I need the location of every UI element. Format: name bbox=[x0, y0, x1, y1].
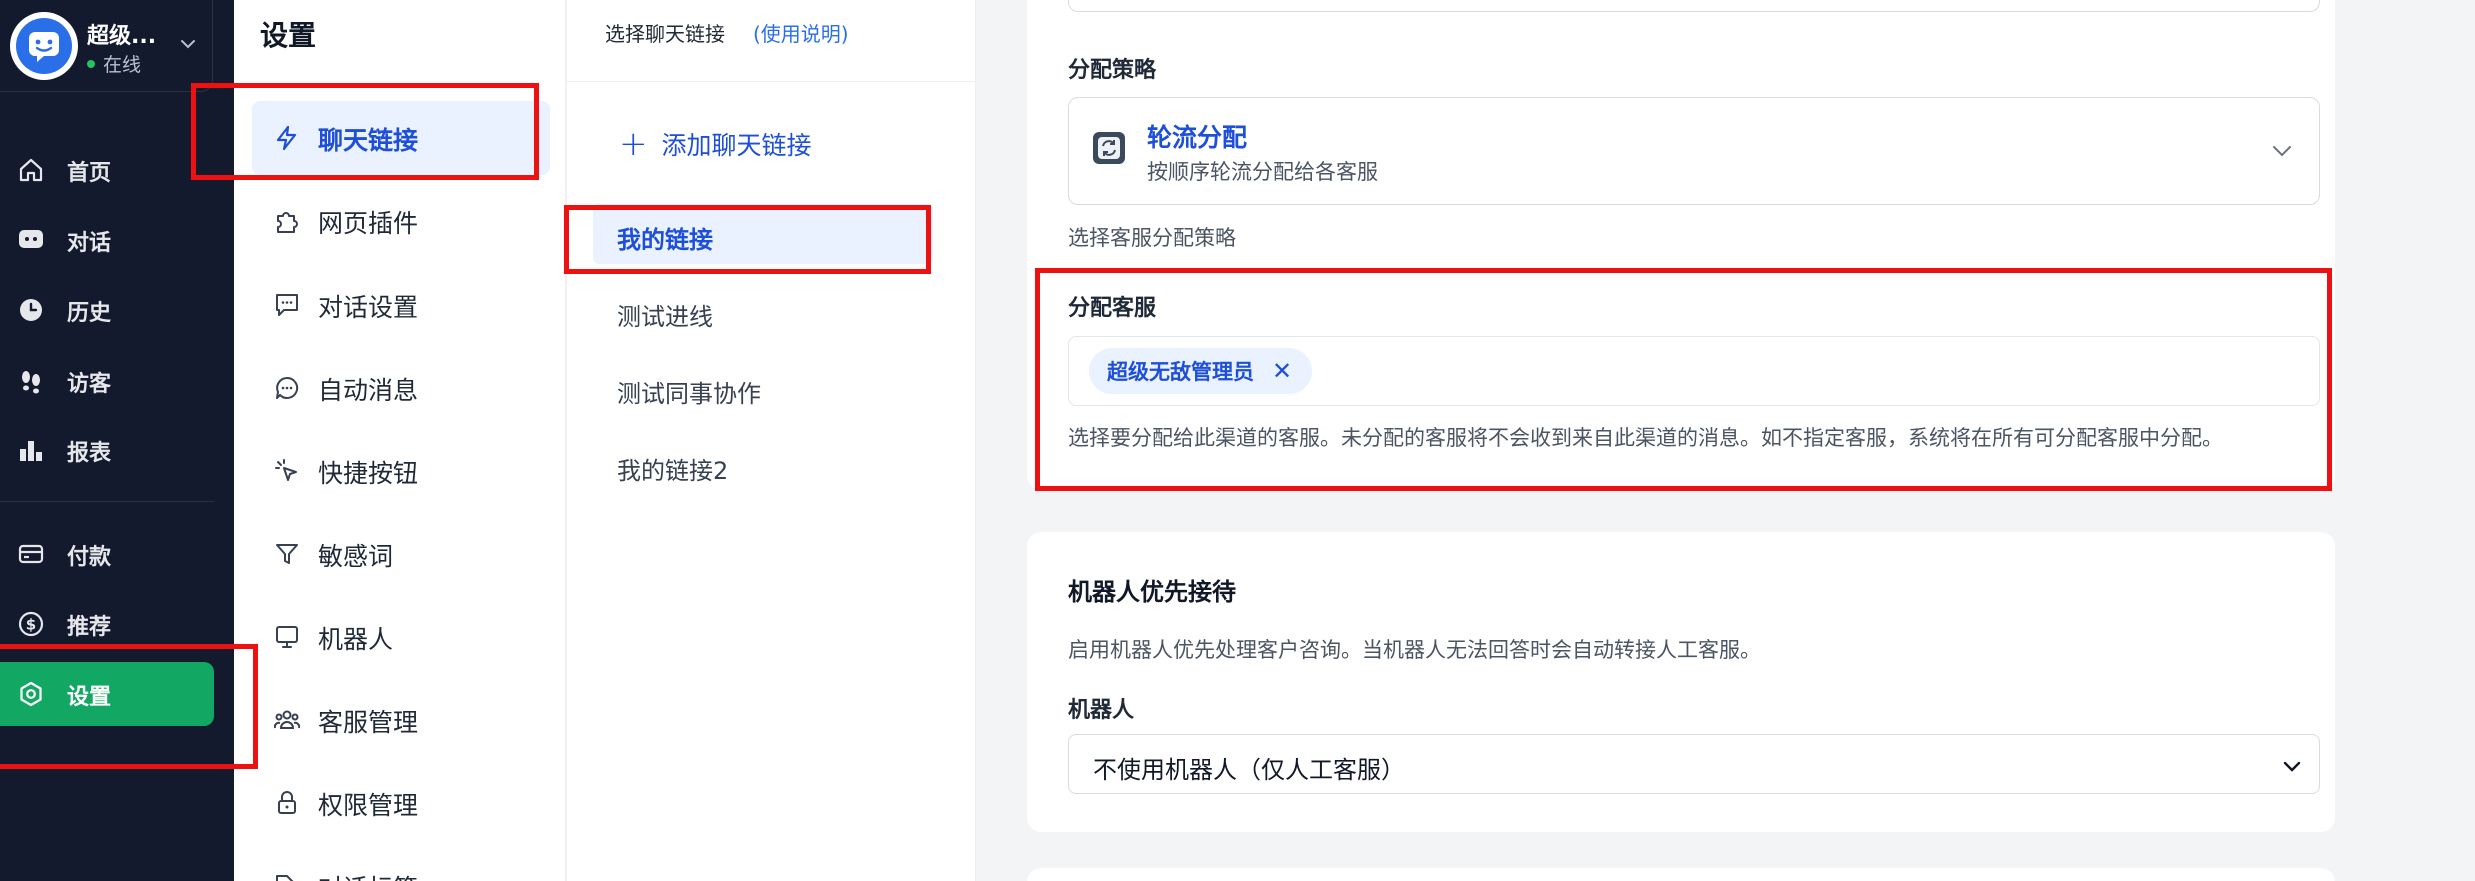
robot-select-value: 不使用机器人（仅人工客服） bbox=[1093, 756, 1405, 784]
chat-link-label: 测试进线 bbox=[617, 303, 713, 331]
highlight-box-my-link bbox=[564, 205, 931, 274]
settings-item-label: 自动消息 bbox=[318, 376, 419, 405]
chat-links-panel: 选择聊天链接 (使用说明) + 添加聊天链接 我的链接 测试进线 测试同事协作 … bbox=[567, 0, 976, 881]
strategy-description: 按顺序轮流分配给各客服 bbox=[1147, 160, 1378, 184]
robot-label: 机器人 bbox=[1068, 698, 1135, 723]
account-switcher[interactable]: 超级... 在线 bbox=[0, 0, 213, 92]
account-name: 超级... bbox=[87, 24, 157, 49]
settings-item-label: 机器人 bbox=[318, 625, 394, 654]
cursor-click-icon bbox=[275, 459, 297, 481]
credit-card-icon bbox=[18, 544, 44, 564]
monitor-icon bbox=[276, 626, 298, 648]
robot-section-title: 机器人优先接待 bbox=[1068, 578, 1236, 606]
settings-item-label: 网页插件 bbox=[318, 209, 419, 238]
settings-item-web-plugin[interactable]: 网页插件 bbox=[252, 184, 550, 258]
online-dot-icon bbox=[87, 59, 95, 68]
highlight-box-agents bbox=[1035, 268, 2332, 491]
footprints-icon bbox=[22, 371, 40, 394]
highlight-box-settings bbox=[0, 644, 258, 769]
nav-item-home[interactable]: 首页 bbox=[0, 138, 214, 200]
bar-chart-icon bbox=[20, 441, 42, 461]
settings-item-quick-buttons[interactable]: 快捷按钮 bbox=[252, 434, 550, 508]
settings-item-label: 对话标签 bbox=[318, 869, 418, 881]
account-status-text: 在线 bbox=[103, 54, 142, 76]
nav-item-label: 首页 bbox=[67, 161, 112, 186]
nav-item-label: 报表 bbox=[67, 441, 112, 466]
nav-item-visitors[interactable]: 访客 bbox=[0, 349, 214, 411]
add-chat-link-label: 添加聊天链接 bbox=[661, 131, 812, 160]
chat-link-label: 测试同事协作 bbox=[617, 380, 761, 408]
nav-item-label: 对话 bbox=[67, 231, 112, 256]
nav-divider bbox=[0, 501, 214, 502]
strategy-label: 分配策略 bbox=[1068, 58, 1157, 83]
plus-icon: + bbox=[619, 124, 648, 164]
chat-link-item[interactable]: 测试进线 bbox=[593, 281, 933, 341]
lock-icon bbox=[278, 791, 296, 814]
settings-item-permissions[interactable]: 权限管理 bbox=[252, 766, 550, 840]
message-circle-icon bbox=[276, 376, 299, 399]
settings-item-robot[interactable]: 机器人 bbox=[252, 600, 550, 674]
nav-item-label: 访客 bbox=[67, 372, 112, 397]
chat-link-item[interactable]: 测试同事协作 bbox=[593, 358, 933, 418]
usage-help-link[interactable]: (使用说明) bbox=[753, 18, 849, 47]
strategy-hint: 选择客服分配策略 bbox=[1068, 226, 1236, 250]
rotate-icon bbox=[1093, 132, 1125, 164]
tag-icon bbox=[276, 875, 294, 881]
chat-link-label: 我的链接2 bbox=[617, 457, 729, 485]
settings-item-label: 对话设置 bbox=[318, 293, 419, 322]
settings-item-agent-management[interactable]: 客服管理 bbox=[252, 683, 550, 757]
robot-select[interactable]: 不使用机器人（仅人工客服） bbox=[1068, 734, 2320, 794]
chat-links-header: 选择聊天链接 (使用说明) bbox=[567, 0, 976, 82]
nav-item-payment[interactable]: 付款 bbox=[0, 522, 214, 584]
nav-item-label: 付款 bbox=[67, 545, 112, 570]
chat-bot-icon bbox=[29, 32, 59, 62]
nav-item-history[interactable]: 历史 bbox=[0, 278, 214, 340]
avatar bbox=[10, 12, 78, 80]
highlight-box-chat-links bbox=[191, 83, 539, 180]
nav-item-label: 历史 bbox=[67, 301, 112, 326]
message-square-icon bbox=[276, 294, 298, 316]
settings-item-chat-tags[interactable]: 对话标签 bbox=[252, 849, 550, 881]
previous-field[interactable] bbox=[1068, 0, 2320, 12]
nav-item-label: 推荐 bbox=[67, 615, 112, 640]
next-card bbox=[1027, 868, 2335, 881]
page-title: 设置 bbox=[260, 19, 317, 52]
robot-priority-card: 机器人优先接待 启用机器人优先处理客户咨询。当机器人无法回答时会自动转接人工客服… bbox=[1027, 532, 2335, 832]
add-chat-link-button[interactable]: + 添加聊天链接 bbox=[619, 126, 812, 162]
history-icon bbox=[20, 299, 42, 321]
robot-section-description: 启用机器人优先处理客户咨询。当机器人无法回答时会自动转接人工客服。 bbox=[1068, 638, 1761, 662]
nav-item-reports[interactable]: 报表 bbox=[0, 418, 214, 480]
settings-item-auto-messages[interactable]: 自动消息 bbox=[252, 351, 550, 425]
filter-icon bbox=[276, 544, 298, 564]
dollar-icon: $ bbox=[18, 611, 44, 637]
settings-item-chat-settings[interactable]: 对话设置 bbox=[252, 268, 550, 342]
home-icon bbox=[19, 158, 43, 182]
settings-item-label: 权限管理 bbox=[318, 791, 419, 820]
chevron-down-icon bbox=[2283, 761, 2301, 772]
chevron-down-icon bbox=[2273, 146, 2291, 157]
account-status: 在线 bbox=[87, 50, 141, 77]
chat-icon bbox=[19, 230, 43, 248]
users-icon bbox=[274, 710, 300, 729]
chat-links-header-title: 选择聊天链接 bbox=[605, 22, 725, 46]
settings-item-sensitive-words[interactable]: 敏感词 bbox=[252, 517, 550, 591]
puzzle-icon bbox=[277, 212, 298, 233]
chat-link-item[interactable]: 我的链接2 bbox=[593, 435, 933, 495]
nav-item-chat[interactable]: 对话 bbox=[0, 208, 214, 270]
strategy-value: 轮流分配 bbox=[1147, 123, 1248, 152]
chevron-down-icon[interactable] bbox=[178, 34, 198, 54]
settings-item-label: 快捷按钮 bbox=[318, 459, 419, 488]
svg-text:$: $ bbox=[26, 616, 36, 634]
strategy-select[interactable]: 轮流分配 按顺序轮流分配给各客服 bbox=[1068, 97, 2320, 205]
settings-item-label: 敏感词 bbox=[318, 542, 394, 571]
settings-item-label: 客服管理 bbox=[318, 708, 419, 737]
